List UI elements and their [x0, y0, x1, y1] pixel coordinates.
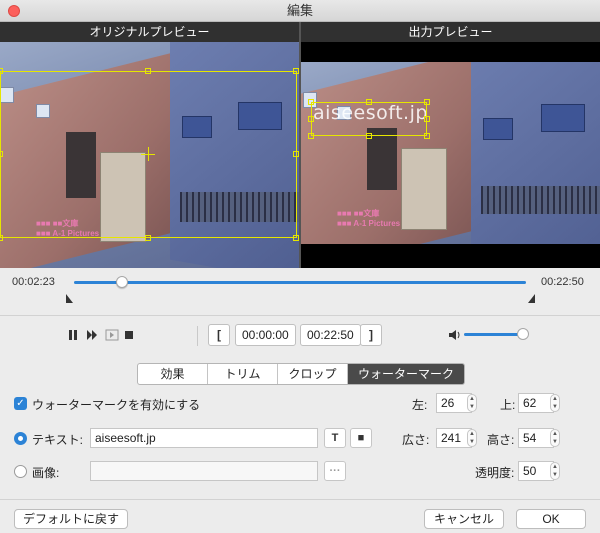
top-label: 上:	[500, 398, 516, 412]
set-end-button[interactable]: ]	[360, 324, 382, 346]
loop-icon[interactable]	[105, 329, 119, 344]
top-stepper[interactable]: ▲ ▼	[550, 394, 560, 412]
set-start-button[interactable]: [	[208, 324, 230, 346]
height-label: 高さ:	[487, 433, 515, 447]
image-radio[interactable]	[14, 465, 27, 478]
watermark-selection-box[interactable]	[311, 102, 427, 136]
resize-handle[interactable]	[145, 235, 151, 241]
pause-icon[interactable]	[68, 329, 78, 344]
edit-tabs: 効果 トリム クロップ ウォーターマーク	[137, 363, 465, 385]
resize-handle[interactable]	[308, 99, 314, 105]
resize-handle[interactable]	[0, 235, 3, 241]
left-stepper[interactable]: ▲ ▼	[467, 394, 477, 412]
trim-start-marker[interactable]	[66, 294, 73, 303]
opacity-input[interactable]: 50	[518, 461, 554, 481]
text-color-button[interactable]: ■	[350, 428, 372, 448]
current-time: 00:02:23	[12, 276, 55, 288]
image-label: 画像:	[32, 466, 60, 480]
output-preview-label: 出力プレビュー	[301, 22, 600, 42]
resize-handle[interactable]	[145, 68, 151, 74]
watermark-text-input[interactable]: aiseesoft.jp	[90, 428, 318, 448]
opacity-stepper[interactable]: ▲ ▼	[550, 462, 560, 480]
resize-handle[interactable]	[293, 68, 299, 74]
credits-line-1: ■■■ ■■文庫	[337, 209, 380, 218]
output-preview: ■■■ ■■文庫 ■■■ A-1 Pictures aiseesoft.jp	[301, 62, 600, 244]
tab-effect[interactable]: 効果	[138, 364, 208, 384]
top-input[interactable]: 62	[518, 393, 554, 413]
resize-handle[interactable]	[366, 99, 372, 105]
original-preview: ■■■ ■■文庫 ■■■ A-1 Pictures	[0, 42, 299, 268]
width-label: 広さ:	[402, 433, 430, 447]
height-stepper[interactable]: ▲ ▼	[550, 429, 560, 447]
image-path-field[interactable]	[90, 461, 318, 481]
resize-handle[interactable]	[424, 133, 430, 139]
title-bar: 編集	[0, 0, 600, 22]
start-time-field[interactable]: 00:00:00	[235, 324, 296, 346]
text-style-button[interactable]: T	[324, 428, 346, 448]
resize-handle[interactable]	[0, 68, 3, 74]
height-input[interactable]: 54	[518, 428, 554, 448]
seek-bar[interactable]	[74, 281, 526, 284]
left-label: 左:	[412, 398, 428, 412]
speaker-icon[interactable]	[448, 328, 462, 345]
window-title: 編集	[286, 3, 313, 18]
total-time: 00:22:50	[541, 276, 584, 288]
ok-button[interactable]: OK	[516, 509, 586, 529]
preview-area: オリジナルプレビュー 出力プレビュー ■■■ ■■文庫 ■■■ A-1 Pict…	[0, 22, 600, 268]
opacity-label: 透明度:	[475, 466, 515, 480]
resize-handle[interactable]	[366, 133, 372, 139]
resize-handle[interactable]	[293, 151, 299, 157]
crosshair-icon	[148, 147, 149, 161]
resize-handle[interactable]	[424, 99, 430, 105]
resize-handle[interactable]	[0, 151, 3, 157]
credits-line-2: ■■■ A-1 Pictures	[337, 219, 401, 228]
cancel-button[interactable]: キャンセル	[424, 509, 504, 529]
enable-watermark-checkbox[interactable]: ✓	[14, 397, 27, 410]
volume-knob[interactable]	[516, 328, 529, 340]
dialog-footer: デフォルトに戻す キャンセル OK	[0, 499, 600, 533]
watermark-settings: ✓ ウォーターマークを有効にする テキスト: aiseesoft.jp T ■ …	[0, 385, 600, 499]
text-label: テキスト:	[32, 433, 83, 447]
text-radio[interactable]	[14, 432, 27, 445]
close-window-button[interactable]	[8, 5, 20, 17]
tab-watermark[interactable]: ウォーターマーク	[348, 364, 464, 384]
resize-handle[interactable]	[308, 116, 314, 122]
resize-handle[interactable]	[424, 116, 430, 122]
tab-crop[interactable]: クロップ	[278, 364, 348, 384]
divider	[197, 326, 198, 346]
original-preview-label: オリジナルプレビュー	[0, 22, 299, 42]
reset-default-button[interactable]: デフォルトに戻す	[14, 509, 128, 529]
browse-image-button[interactable]: ···	[324, 461, 346, 481]
playback-controls: [ 00:00:00 00:22:50 ]	[0, 316, 600, 358]
end-time-field[interactable]: 00:22:50	[300, 324, 361, 346]
trim-end-marker[interactable]	[528, 294, 535, 303]
stop-icon[interactable]	[124, 329, 134, 344]
tab-trim[interactable]: トリム	[208, 364, 278, 384]
timeline: 00:02:23 00:22:50	[0, 268, 600, 316]
resize-handle[interactable]	[293, 235, 299, 241]
width-stepper[interactable]: ▲ ▼	[467, 429, 477, 447]
seek-knob[interactable]	[115, 276, 128, 288]
enable-watermark-label: ウォーターマークを有効にする	[32, 398, 201, 412]
resize-handle[interactable]	[308, 133, 314, 139]
next-frame-icon[interactable]	[86, 329, 98, 344]
